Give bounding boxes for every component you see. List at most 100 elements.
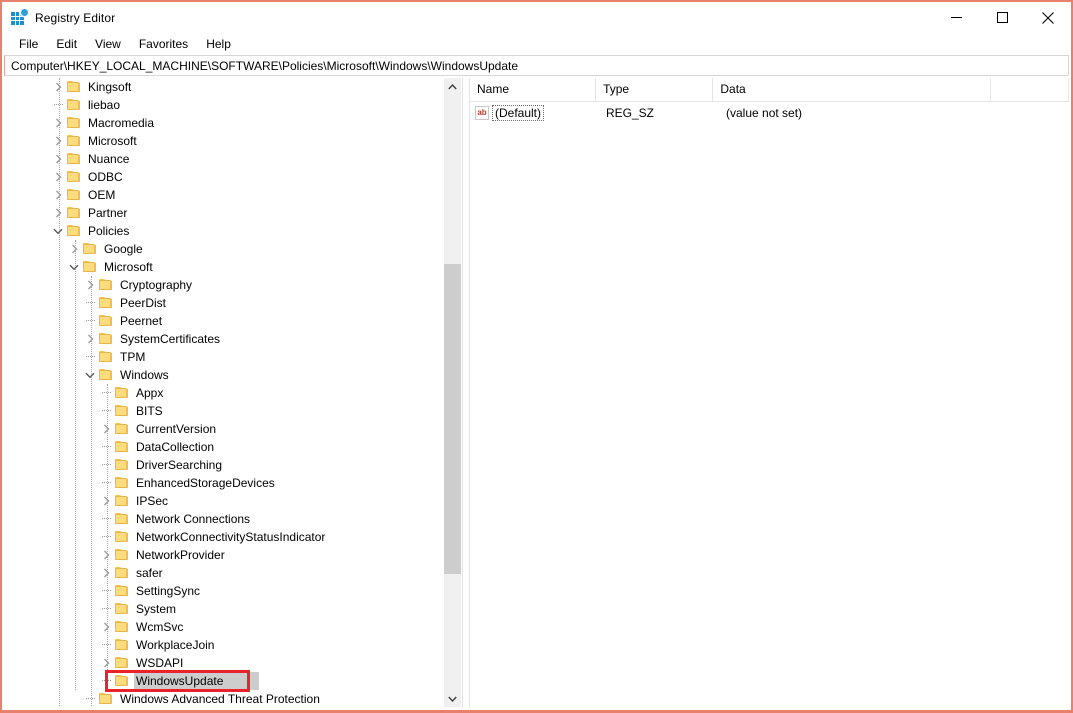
tree-item-system[interactable]: System xyxy=(4,600,436,618)
chevron-right-icon[interactable] xyxy=(66,240,82,258)
tree-connector xyxy=(98,384,114,402)
scrollbar-thumb[interactable] xyxy=(444,264,461,574)
column-header-data[interactable]: Data xyxy=(713,78,990,101)
tree-item-label: safer xyxy=(134,564,166,582)
tree-item-wcmsvc[interactable]: WcmSvc xyxy=(4,618,436,636)
chevron-right-icon[interactable] xyxy=(50,186,66,204)
tree-item-wsdapi[interactable]: WSDAPI xyxy=(4,654,436,672)
tree-item-workplacejoin[interactable]: WorkplaceJoin xyxy=(4,636,436,654)
chevron-right-icon[interactable] xyxy=(98,654,114,672)
tree-item-macromedia[interactable]: Macromedia xyxy=(4,114,436,132)
tree-item-liebao[interactable]: liebao xyxy=(4,96,436,114)
values-pane: Name Type Data ab(Default)REG_SZ(value n… xyxy=(470,78,1069,707)
tree-item-safer[interactable]: safer xyxy=(4,564,436,582)
registry-tree[interactable]: KingsoftliebaoMacromediaMicrosoftNuanceO… xyxy=(4,78,436,707)
tree-item-peernet[interactable]: Peernet xyxy=(4,312,436,330)
menu-bar: File Edit View Favorites Help xyxy=(2,33,1071,55)
tree-item-kingsoft[interactable]: Kingsoft xyxy=(4,78,436,96)
chevron-right-icon[interactable] xyxy=(50,204,66,222)
column-header-name[interactable]: Name xyxy=(470,78,596,101)
tree-connector xyxy=(98,474,114,492)
chevron-right-icon[interactable] xyxy=(82,330,98,348)
tree-item-nuance[interactable]: Nuance xyxy=(4,150,436,168)
tree-item-networkconnectivitystatusindicator[interactable]: NetworkConnectivityStatusIndicator xyxy=(4,528,436,546)
chevron-right-icon[interactable] xyxy=(50,132,66,150)
tree-item-bits[interactable]: BITS xyxy=(4,402,436,420)
chevron-right-icon[interactable] xyxy=(98,546,114,564)
registry-editor-window: Registry Editor File Edit View Favorites… xyxy=(0,0,1073,713)
menu-favorites[interactable]: Favorites xyxy=(130,34,197,54)
menu-view[interactable]: View xyxy=(86,34,130,54)
chevron-right-icon[interactable] xyxy=(98,492,114,510)
menu-file[interactable]: File xyxy=(10,34,47,54)
tree-item-cryptography[interactable]: Cryptography xyxy=(4,276,436,294)
folder-icon xyxy=(114,402,130,420)
folder-icon xyxy=(66,96,82,114)
tree-item-appx[interactable]: Appx xyxy=(4,384,436,402)
folder-icon xyxy=(114,564,130,582)
tree-item-windows-advanced-threat-protection[interactable]: Windows Advanced Threat Protection xyxy=(4,690,436,707)
tree-item-label: OEM xyxy=(86,186,118,204)
chevron-right-icon[interactable] xyxy=(50,150,66,168)
folder-icon xyxy=(66,114,82,132)
tree-item-label: Microsoft xyxy=(102,258,156,276)
tree-item-tpm[interactable]: TPM xyxy=(4,348,436,366)
chevron-right-icon[interactable] xyxy=(98,618,114,636)
tree-item-google[interactable]: Google xyxy=(4,240,436,258)
menu-help[interactable]: Help xyxy=(197,34,240,54)
chevron-right-icon[interactable] xyxy=(98,564,114,582)
address-bar[interactable]: Computer\HKEY_LOCAL_MACHINE\SOFTWARE\Pol… xyxy=(4,55,1069,76)
folder-icon xyxy=(114,600,130,618)
tree-item-networkprovider[interactable]: NetworkProvider xyxy=(4,546,436,564)
folder-icon xyxy=(66,168,82,186)
folder-icon xyxy=(114,456,130,474)
values-list[interactable]: ab(Default)REG_SZ(value not set) xyxy=(470,102,1069,124)
column-header-type[interactable]: Type xyxy=(596,78,713,101)
tree-item-odbc[interactable]: ODBC xyxy=(4,168,436,186)
tree-item-driversearching[interactable]: DriverSearching xyxy=(4,456,436,474)
tree-item-currentversion[interactable]: CurrentVersion xyxy=(4,420,436,438)
folder-icon xyxy=(114,438,130,456)
tree-item-label: WindowsUpdate xyxy=(134,672,259,690)
folder-icon xyxy=(98,312,114,330)
pane-splitter[interactable] xyxy=(462,78,470,707)
chevron-right-icon[interactable] xyxy=(50,168,66,186)
maximize-button[interactable] xyxy=(979,2,1025,33)
tree-item-enhancedstoragedevices[interactable]: EnhancedStorageDevices xyxy=(4,474,436,492)
tree-item-windowsupdate[interactable]: WindowsUpdate xyxy=(4,672,436,690)
chevron-down-icon[interactable] xyxy=(66,258,82,276)
scroll-up-arrow[interactable] xyxy=(444,78,461,95)
close-button[interactable] xyxy=(1025,2,1071,33)
chevron-right-icon[interactable] xyxy=(50,114,66,132)
tree-item-policies[interactable]: Policies xyxy=(4,222,436,240)
tree-item-windows[interactable]: Windows xyxy=(4,366,436,384)
minimize-button[interactable] xyxy=(933,2,979,33)
value-name: (Default) xyxy=(492,105,544,121)
chevron-right-icon[interactable] xyxy=(82,276,98,294)
chevron-right-icon[interactable] xyxy=(98,420,114,438)
tree-item-datacollection[interactable]: DataCollection xyxy=(4,438,436,456)
scroll-down-arrow[interactable] xyxy=(444,690,461,707)
tree-item-label: SystemCertificates xyxy=(118,330,223,348)
tree-item-label: CurrentVersion xyxy=(134,420,219,438)
tree-item-oem[interactable]: OEM xyxy=(4,186,436,204)
tree-item-peerdist[interactable]: PeerDist xyxy=(4,294,436,312)
tree-item-settingsync[interactable]: SettingSync xyxy=(4,582,436,600)
chevron-right-icon[interactable] xyxy=(50,78,66,96)
tree-item-ipsec[interactable]: IPSec xyxy=(4,492,436,510)
tree-item-systemcertificates[interactable]: SystemCertificates xyxy=(4,330,436,348)
tree-item-label: Cryptography xyxy=(118,276,195,294)
tree-item-network-connections[interactable]: Network Connections xyxy=(4,510,436,528)
tree-item-microsoft[interactable]: Microsoft xyxy=(4,258,436,276)
menu-edit[interactable]: Edit xyxy=(47,34,86,54)
tree-item-partner[interactable]: Partner xyxy=(4,204,436,222)
chevron-down-icon[interactable] xyxy=(82,366,98,384)
folder-icon xyxy=(66,222,82,240)
tree-item-microsoft[interactable]: Microsoft xyxy=(4,132,436,150)
folder-icon xyxy=(114,528,130,546)
value-row[interactable]: ab(Default)REG_SZ(value not set) xyxy=(470,102,1069,124)
chevron-down-icon[interactable] xyxy=(50,222,66,240)
folder-icon xyxy=(66,132,82,150)
tree-item-label: Nuance xyxy=(86,150,132,168)
tree-vertical-scrollbar[interactable] xyxy=(443,78,461,707)
